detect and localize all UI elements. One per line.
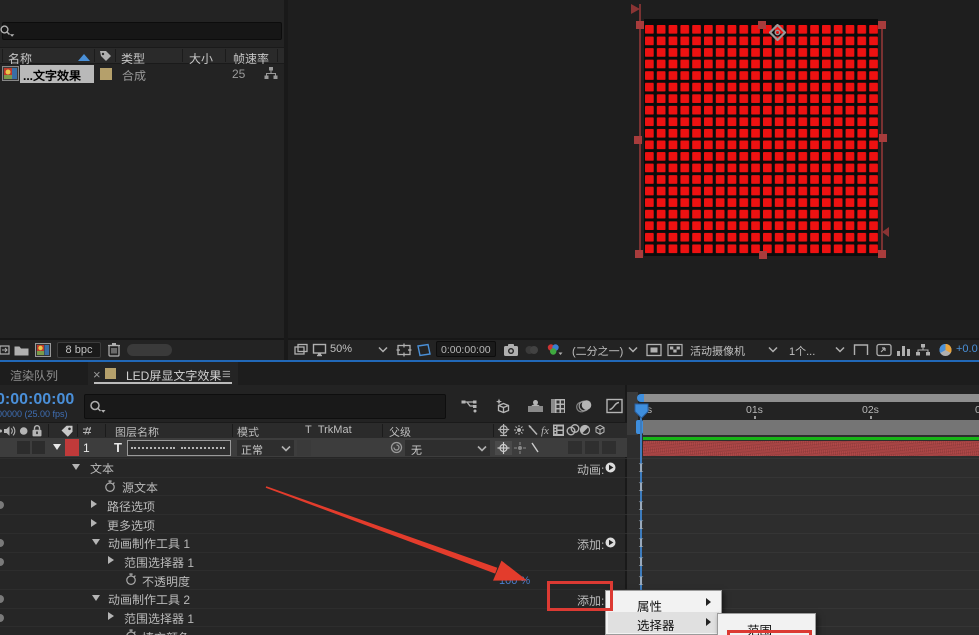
svg-text:fx: fx [541, 425, 549, 437]
